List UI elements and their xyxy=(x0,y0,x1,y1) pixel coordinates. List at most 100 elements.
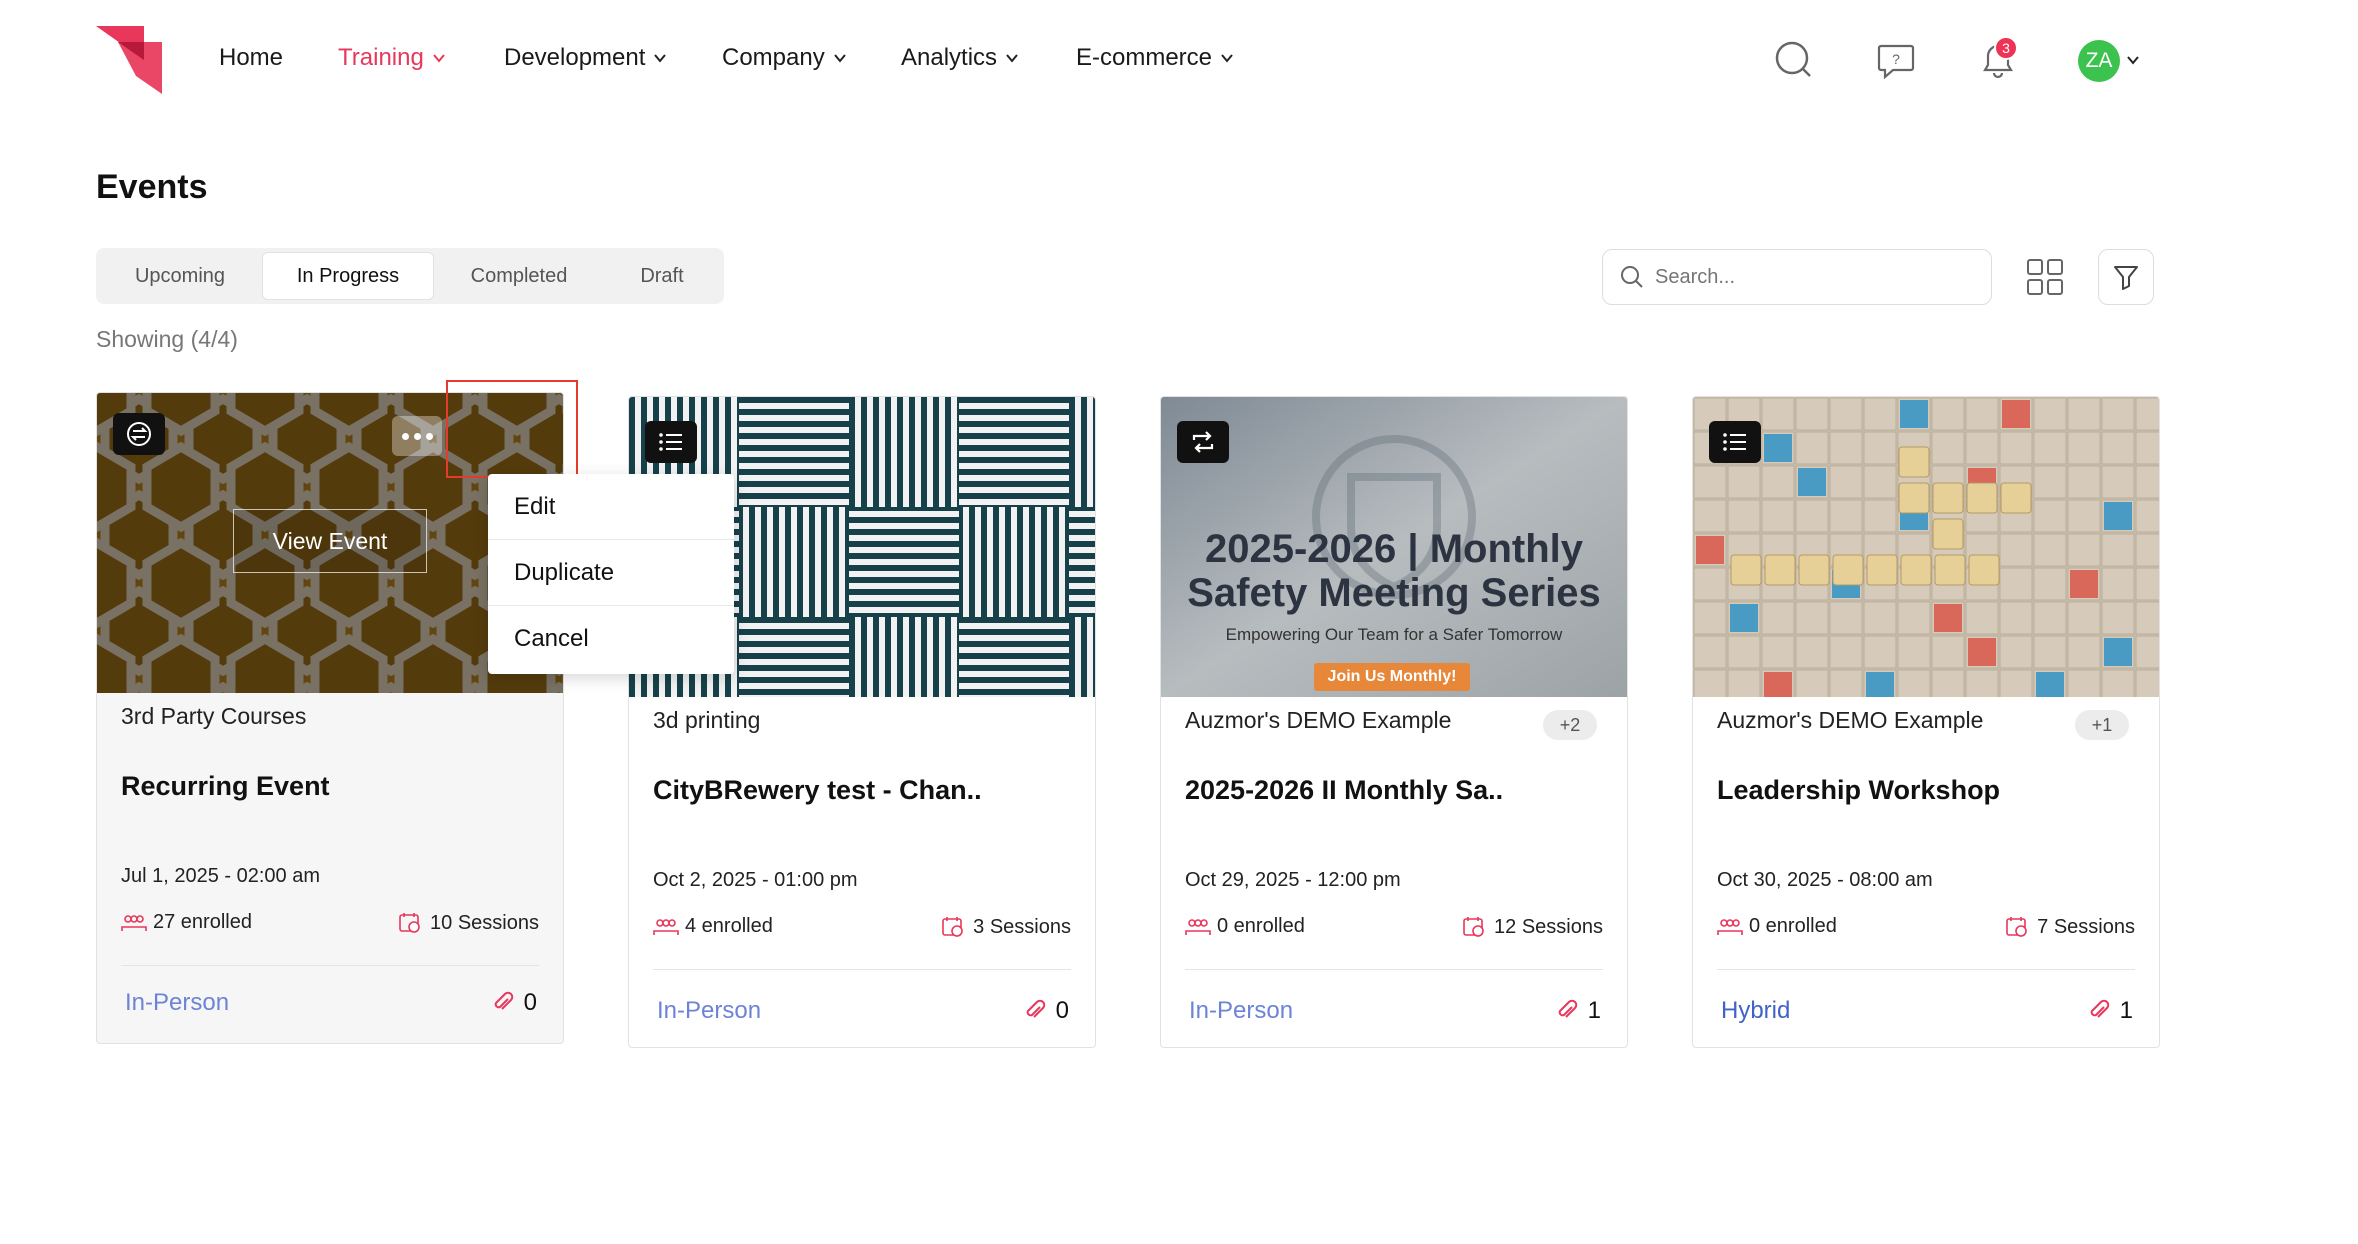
board-premium-square xyxy=(1764,434,1792,462)
sessions-label: 7 Sessions xyxy=(2037,915,2135,938)
tab-draft[interactable]: Draft xyxy=(604,252,720,300)
view-event-button[interactable]: View Event xyxy=(233,509,427,573)
event-title[interactable]: Recurring Event xyxy=(121,771,330,802)
event-date: Jul 1, 2025 - 02:00 am xyxy=(121,865,321,887)
board-premium-square xyxy=(1934,604,1962,632)
attachment-label: 0 xyxy=(1055,997,1069,1024)
search-icon[interactable] xyxy=(1774,40,1814,80)
enrolled-label: 27 enrolled xyxy=(153,911,252,933)
event-date: Oct 2, 2025 - 01:00 pm xyxy=(653,869,858,891)
chevron-down-icon[interactable] xyxy=(2126,53,2140,67)
nav-ecommerce[interactable]: E-commerce xyxy=(1076,44,1234,72)
enrolled-count: 0 enrolled xyxy=(1717,915,1837,938)
chevron-down-icon xyxy=(1221,54,1233,63)
calendar-clock-icon xyxy=(2006,917,2027,937)
event-category: 3d printing xyxy=(653,707,761,733)
event-date: Oct 30, 2025 - 08:00 am xyxy=(1717,869,1933,891)
enrolled-label: 0 enrolled xyxy=(1217,915,1305,937)
card-context-menu: Edit Duplicate Cancel xyxy=(488,474,734,674)
list-icon xyxy=(1709,421,1761,463)
banner-cta: Join Us Monthly! xyxy=(1314,663,1470,691)
filter-button[interactable] xyxy=(2098,249,2154,305)
nav-training-label: Training xyxy=(338,44,424,71)
board-premium-square xyxy=(1900,400,1928,428)
chevron-down-icon xyxy=(1006,54,1018,63)
attachment-label: 1 xyxy=(2119,997,2133,1024)
board-premium-square xyxy=(1696,536,1724,564)
more-options-button[interactable] xyxy=(392,416,442,456)
card-divider xyxy=(1185,969,1603,970)
people-icon xyxy=(653,918,679,935)
letter-tile xyxy=(1932,518,1964,550)
letter-tile xyxy=(1798,554,1830,586)
svg-text:?: ? xyxy=(1892,51,1900,67)
nav-home[interactable]: Home xyxy=(219,44,283,72)
event-mode: In-Person xyxy=(657,997,762,1024)
card-divider xyxy=(653,969,1071,970)
board-premium-square xyxy=(1866,672,1894,697)
event-title[interactable]: 2025-2026 II Monthly Sa.. xyxy=(1185,775,1503,806)
event-card[interactable]: Auzmor's DEMO Example +1 Leadership Work… xyxy=(1692,396,2160,1048)
event-thumbnail: 2025-2026 | Monthly Safety Meeting Serie… xyxy=(1161,397,1627,697)
calendar-clock-icon xyxy=(942,917,963,937)
card-divider xyxy=(1717,969,2135,970)
attachment-count: 0 xyxy=(1024,997,1069,1025)
letter-tile xyxy=(1968,554,2000,586)
attachment-count: 1 xyxy=(1556,997,1601,1025)
tab-upcoming[interactable]: Upcoming xyxy=(100,252,260,300)
board-premium-square xyxy=(1730,604,1758,632)
list-icon xyxy=(645,421,697,463)
result-count: Showing (4/4) xyxy=(96,326,238,352)
attachment-label: 1 xyxy=(1587,997,1601,1024)
event-mode: In-Person xyxy=(1189,997,1294,1024)
event-mode: Hybrid xyxy=(1721,997,1791,1024)
sessions-label: 10 Sessions xyxy=(430,911,539,934)
tab-in-progress[interactable]: In Progress xyxy=(262,252,434,300)
chevron-down-icon xyxy=(833,54,846,63)
event-title[interactable]: Leadership Workshop xyxy=(1717,775,2000,806)
nav-development-label: Development xyxy=(504,44,646,71)
session-count: 10 Sessions xyxy=(398,911,539,935)
banner-subline: Empowering Our Team for a Safer Tomorrow xyxy=(1225,625,1563,644)
menu-item-edit[interactable]: Edit xyxy=(488,474,734,540)
menu-item-cancel[interactable]: Cancel xyxy=(488,606,734,672)
recurring-icon xyxy=(1177,421,1229,463)
letter-tile xyxy=(1966,482,1998,514)
event-card[interactable]: 2025-2026 | Monthly Safety Meeting Serie… xyxy=(1160,396,1628,1048)
board-premium-square xyxy=(2070,570,2098,598)
board-premium-square xyxy=(2002,400,2030,428)
board-premium-square xyxy=(1968,638,1996,666)
event-title[interactable]: CityBRewery test - Chan.. xyxy=(653,775,982,806)
letter-tile xyxy=(1934,554,1966,586)
menu-item-duplicate[interactable]: Duplicate xyxy=(488,540,734,606)
filter-icon xyxy=(2114,266,2138,290)
tab-completed[interactable]: Completed xyxy=(436,252,602,300)
extra-category-badge[interactable]: +1 xyxy=(2075,710,2129,740)
top-navigation: Home Training Development Company Analyt… xyxy=(0,0,2358,120)
event-category: Auzmor's DEMO Example xyxy=(1717,707,1984,733)
event-category: Auzmor's DEMO Example xyxy=(1185,707,1452,733)
nav-development[interactable]: Development xyxy=(504,44,667,72)
brand-logo[interactable] xyxy=(96,26,162,94)
paperclip-icon xyxy=(494,991,513,1010)
session-count: 12 Sessions xyxy=(1462,915,1603,939)
nav-company[interactable]: Company xyxy=(722,44,847,72)
paperclip-icon xyxy=(1026,999,1045,1018)
board-premium-square xyxy=(2036,672,2064,697)
people-icon xyxy=(121,914,147,931)
grid-view-icon[interactable] xyxy=(2024,256,2066,298)
session-count: 7 Sessions xyxy=(2005,915,2135,939)
event-mode: In-Person xyxy=(125,989,230,1016)
help-chat-icon[interactable]: ? xyxy=(1876,40,1916,80)
banner-headline-line-2: Safety Meeting Series xyxy=(1187,571,1601,615)
nav-training[interactable]: Training xyxy=(338,44,446,72)
extra-category-badge[interactable]: +2 xyxy=(1543,710,1597,740)
session-count: 3 Sessions xyxy=(941,915,1071,939)
search-input[interactable] xyxy=(1655,265,1955,289)
nav-company-label: Company xyxy=(722,44,825,71)
user-avatar[interactable]: ZA xyxy=(2078,40,2120,82)
scrabble-board-image xyxy=(1693,397,2159,697)
calendar-clock-icon xyxy=(1463,917,1484,937)
banner-headline: 2025-2026 | Monthly Safety Meeting Serie… xyxy=(1161,527,1627,615)
nav-analytics[interactable]: Analytics xyxy=(901,44,1019,72)
